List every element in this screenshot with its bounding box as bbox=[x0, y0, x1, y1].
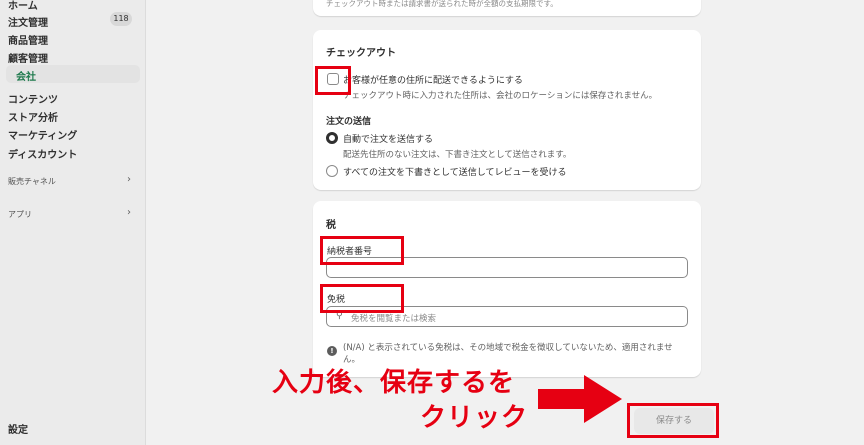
highlight-tax-id-label bbox=[320, 236, 404, 265]
checkout-card: チェックアウト お客様が任意の住所に配送できるようにする チェックアウト時に入力… bbox=[313, 30, 701, 190]
orders-count-badge: 118 bbox=[110, 12, 132, 26]
draft-all-label: すべての注文を下書きとして送信してレビューを受ける bbox=[343, 168, 567, 178]
sidebar-item-companies[interactable]: 会社 bbox=[6, 65, 140, 83]
auto-submit-radio[interactable] bbox=[326, 132, 338, 144]
sidebar-item-customers[interactable]: 顧客管理 bbox=[8, 50, 48, 65]
chevron-right-icon[interactable]: › bbox=[127, 174, 131, 185]
sidebar-item-orders[interactable]: 注文管理 bbox=[8, 14, 48, 29]
auto-submit-help: 配送先住所のない注文は、下書き注文として送信されます。 bbox=[343, 150, 572, 160]
payment-terms-note: チェックアウト時または請求書が送られた時が全額の支払期限です。 bbox=[326, 0, 558, 8]
sidebar-item-settings[interactable]: 設定 bbox=[8, 421, 28, 436]
sidebar-item-analytics[interactable]: ストア分析 bbox=[8, 109, 58, 124]
tax-title: 税 bbox=[326, 220, 336, 231]
sidebar-item-products[interactable]: 商品管理 bbox=[8, 32, 48, 47]
order-submit-title: 注文の送信 bbox=[326, 117, 372, 127]
annotation-line2: クリック bbox=[420, 403, 529, 433]
chevron-right-icon[interactable]: › bbox=[127, 207, 131, 218]
ship-any-address-label: お客様が任意の住所に配送できるようにする bbox=[343, 76, 523, 86]
annotation-line1: 入力後、保存するを bbox=[272, 368, 516, 398]
sidebar-item-content[interactable]: コンテンツ bbox=[8, 91, 58, 106]
highlight-ship-any-checkbox bbox=[315, 66, 351, 95]
sidebar-item-home[interactable]: ホーム bbox=[8, 0, 38, 12]
payment-terms-card: チェックアウト時または請求書が送られた時が全額の支払期限です。 bbox=[313, 0, 701, 16]
sidebar: ホーム 注文管理 118 商品管理 顧客管理 会社 コンテンツ ストア分析 マー… bbox=[0, 0, 146, 445]
checkout-title: チェックアウト bbox=[326, 48, 396, 59]
draft-all-radio[interactable] bbox=[326, 165, 338, 177]
exemption-search-placeholder: 免税を閲覧または検索 bbox=[351, 314, 437, 324]
auto-submit-label: 自動で注文を送信する bbox=[343, 135, 434, 145]
sidebar-item-discounts[interactable]: ディスカウント bbox=[8, 146, 77, 161]
arrow-right-icon bbox=[538, 375, 622, 423]
info-icon: ! bbox=[327, 346, 337, 356]
save-button[interactable]: 保存する bbox=[634, 408, 714, 434]
highlight-exemption-label bbox=[320, 284, 404, 313]
sidebar-group-apps[interactable]: アプリ bbox=[8, 209, 32, 220]
exemption-info-line1: (N/A) と表示されている免税は、その地域で税金を徴収していないため、適用され… bbox=[343, 343, 673, 353]
sidebar-group-sales-channels[interactable]: 販売チャネル bbox=[8, 176, 56, 187]
ship-any-address-help: チェックアウト時に入力された住所は、会社のロケーションには保存されません。 bbox=[343, 91, 658, 101]
sidebar-item-marketing[interactable]: マーケティング bbox=[8, 127, 77, 142]
sidebar-item-companies-label: 会社 bbox=[16, 72, 36, 83]
